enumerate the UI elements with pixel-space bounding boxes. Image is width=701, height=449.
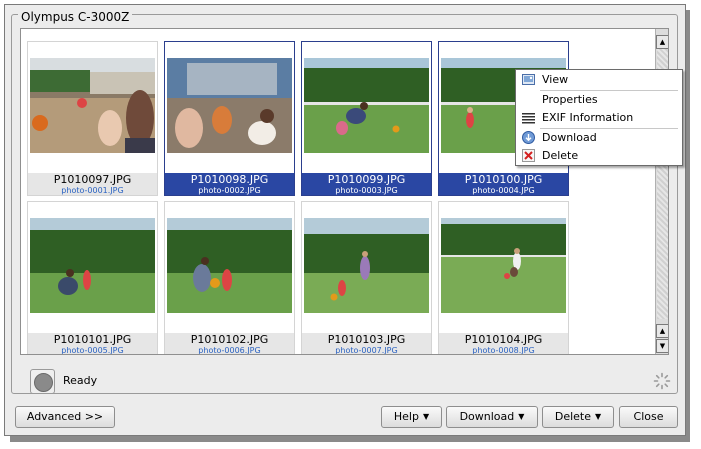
thumbnail-item[interactable]: P1010104.JPG photo-0008.JPG bbox=[438, 201, 569, 355]
help-button[interactable]: Help ▼ bbox=[381, 406, 442, 428]
download-icon bbox=[522, 131, 535, 144]
menu-item-properties[interactable]: Properties bbox=[516, 91, 682, 108]
context-menu: View Properties EXIF Information Downloa… bbox=[515, 69, 683, 166]
exif-list-icon bbox=[522, 113, 535, 124]
photo-thumbnail bbox=[30, 58, 155, 153]
thumbnail-item[interactable]: P1010098.JPG photo-0002.JPG bbox=[164, 41, 295, 196]
thumbnail-filename: P1010104.JPG bbox=[464, 333, 543, 346]
photo-thumbnail bbox=[30, 218, 155, 313]
thumbnail-caption: P1010099.JPG photo-0003.JPG bbox=[302, 173, 431, 195]
menu-item-label: Properties bbox=[542, 93, 598, 106]
status-indicator bbox=[30, 369, 55, 394]
status-text: Ready bbox=[63, 374, 98, 387]
thumbnail-caption: P1010098.JPG photo-0002.JPG bbox=[165, 173, 294, 195]
view-icon bbox=[522, 74, 535, 85]
camera-group-title: Olympus C-3000Z bbox=[18, 10, 133, 24]
thumbnail-filename: P1010102.JPG bbox=[190, 333, 269, 346]
advanced-button-label: Advanced >> bbox=[26, 410, 104, 423]
menu-item-delete[interactable]: Delete bbox=[516, 147, 682, 164]
thumbnail-caption: P1010100.JPG photo-0004.JPG bbox=[439, 173, 568, 195]
thumbnail-filename: P1010103.JPG bbox=[327, 333, 406, 346]
thumbnail-caption: P1010104.JPG photo-0008.JPG bbox=[439, 333, 568, 355]
delete-button-label: Delete bbox=[554, 410, 591, 423]
thumbnail-item[interactable]: P1010102.JPG photo-0006.JPG bbox=[164, 201, 295, 355]
thumbnail-caption: P1010101.JPG photo-0005.JPG bbox=[28, 333, 157, 355]
chevron-down-icon: ▼ bbox=[422, 412, 430, 421]
photo-thumbnail bbox=[441, 218, 566, 313]
close-button-label: Close bbox=[633, 410, 664, 423]
busy-spinner-icon bbox=[653, 372, 671, 390]
download-button[interactable]: Download ▼ bbox=[446, 406, 538, 428]
photo-thumbnail bbox=[167, 58, 292, 153]
thumbnail-source-file: photo-0005.JPG bbox=[61, 346, 124, 355]
delete-icon bbox=[522, 149, 535, 162]
photo-thumbnail bbox=[304, 218, 429, 313]
thumbnail-filename: P1010098.JPG bbox=[190, 173, 269, 186]
thumbnail-filename: P1010101.JPG bbox=[53, 333, 132, 346]
download-button-label: Download bbox=[459, 410, 515, 423]
thumbnail-source-file: photo-0008.JPG bbox=[472, 346, 535, 355]
menu-item-view[interactable]: View bbox=[516, 71, 682, 88]
photo-thumbnail bbox=[304, 58, 429, 153]
menu-item-label: Download bbox=[542, 131, 597, 144]
thumbnail-filename: P1010097.JPG bbox=[53, 173, 132, 186]
scroll-up-button-lower[interactable]: ▲ bbox=[656, 324, 668, 338]
thumbnail-item[interactable]: P1010101.JPG photo-0005.JPG bbox=[27, 201, 158, 355]
scroll-up-button[interactable]: ▲ bbox=[656, 35, 668, 49]
thumbnail-item[interactable]: P1010099.JPG photo-0003.JPG bbox=[301, 41, 432, 196]
thumbnail-source-file: photo-0002.JPG bbox=[198, 186, 261, 195]
thumbnail-source-file: photo-0003.JPG bbox=[335, 186, 398, 195]
thumbnail-source-file: photo-0006.JPG bbox=[198, 346, 261, 355]
menu-item-label: EXIF Information bbox=[542, 111, 634, 124]
thumbnail-caption: P1010103.JPG photo-0007.JPG bbox=[302, 333, 431, 355]
delete-button[interactable]: Delete ▼ bbox=[542, 406, 614, 428]
chevron-down-icon: ▼ bbox=[595, 412, 602, 421]
close-button[interactable]: Close bbox=[619, 406, 678, 428]
scroll-down-button[interactable]: ▼ bbox=[656, 339, 668, 353]
menu-item-label: View bbox=[542, 73, 569, 86]
thumbnail-source-file: photo-0004.JPG bbox=[472, 186, 535, 195]
thumbnail-caption: P1010102.JPG photo-0006.JPG bbox=[165, 333, 294, 355]
advanced-button[interactable]: Advanced >> bbox=[15, 406, 115, 428]
menu-item-download[interactable]: Download bbox=[516, 129, 682, 146]
thumbnail-source-file: photo-0001.JPG bbox=[61, 186, 124, 195]
menu-item-exif-information[interactable]: EXIF Information bbox=[516, 109, 682, 126]
help-button-label: Help bbox=[393, 410, 419, 423]
thumbnail-filename: P1010099.JPG bbox=[327, 173, 406, 186]
photo-thumbnail bbox=[167, 218, 292, 313]
thumbnail-filename: P1010100.JPG bbox=[464, 173, 543, 186]
thumbnail-source-file: photo-0007.JPG bbox=[335, 346, 398, 355]
thumbnail-caption: P1010097.JPG photo-0001.JPG bbox=[28, 173, 157, 195]
chevron-down-icon: ▼ bbox=[518, 412, 525, 421]
menu-item-label: Delete bbox=[542, 149, 579, 162]
thumbnail-item[interactable]: P1010097.JPG photo-0001.JPG bbox=[27, 41, 158, 196]
thumbnail-item[interactable]: P1010103.JPG photo-0007.JPG bbox=[301, 201, 432, 355]
